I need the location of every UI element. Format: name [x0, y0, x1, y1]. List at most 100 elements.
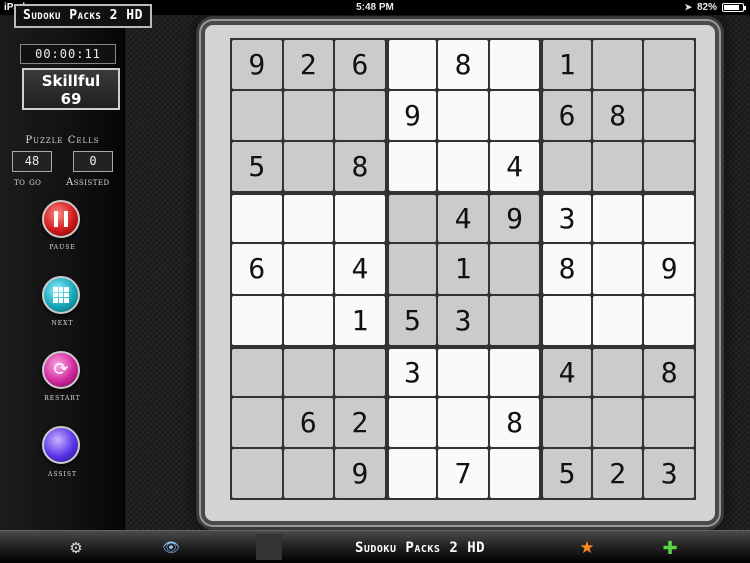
sudoku-cell[interactable]: 8 — [438, 40, 488, 90]
sudoku-cell[interactable]: 8 — [489, 397, 540, 447]
sudoku-cell[interactable] — [644, 295, 694, 345]
sudoku-cell[interactable] — [489, 244, 540, 294]
sudoku-cell[interactable] — [592, 40, 643, 90]
sudoku-cell[interactable] — [388, 397, 437, 447]
location-icon: ➤ — [684, 2, 692, 12]
sudoku-cell[interactable]: 9 — [489, 195, 540, 243]
sudoku-cell[interactable] — [283, 244, 334, 294]
sudoku-cell[interactable] — [438, 348, 488, 396]
sudoku-cell[interactable]: 6 — [543, 91, 591, 141]
grid-icon — [53, 287, 69, 303]
sudoku-cell[interactable] — [283, 348, 334, 396]
sudoku-cell[interactable]: 5 — [543, 448, 591, 498]
sudoku-cell[interactable] — [232, 348, 282, 396]
sudoku-cell[interactable] — [388, 244, 437, 294]
sudoku-cell[interactable]: 5 — [388, 295, 437, 345]
sudoku-cell[interactable] — [592, 348, 643, 396]
sudoku-cell[interactable] — [543, 142, 591, 192]
sudoku-cell[interactable] — [335, 195, 385, 243]
sudoku-cell[interactable]: 6 — [283, 397, 334, 447]
sudoku-cell[interactable] — [644, 397, 694, 447]
sudoku-cell[interactable] — [438, 91, 488, 141]
sudoku-cell[interactable]: 2 — [283, 40, 334, 90]
sudoku-cell[interactable] — [283, 448, 334, 498]
star-icon[interactable]: ★ — [577, 538, 597, 558]
sudoku-cell[interactable] — [388, 40, 437, 90]
sudoku-cell[interactable] — [592, 244, 643, 294]
sudoku-cell[interactable] — [232, 91, 282, 141]
cells-to-go-count: 48 — [12, 151, 52, 172]
sudoku-cell[interactable]: 9 — [644, 244, 694, 294]
sudoku-cell[interactable]: 9 — [232, 40, 282, 90]
sudoku-cell[interactable] — [592, 142, 643, 192]
sudoku-cell[interactable] — [438, 142, 488, 192]
pause-button[interactable] — [42, 200, 80, 238]
sudoku-cell[interactable] — [592, 295, 643, 345]
sudoku-cell[interactable] — [335, 348, 385, 396]
puzzle-thumbnail-icon[interactable] — [256, 534, 282, 560]
sudoku-cell[interactable]: 2 — [335, 397, 385, 447]
sudoku-cell[interactable] — [232, 448, 282, 498]
sudoku-cell[interactable]: 4 — [438, 195, 488, 243]
sudoku-cell[interactable] — [232, 195, 282, 243]
sudoku-cell[interactable] — [232, 295, 282, 345]
puzzle-cells-heading: Puzzle Cells — [25, 135, 100, 146]
sudoku-cell[interactable] — [592, 397, 643, 447]
sudoku-cell[interactable] — [644, 91, 694, 141]
sudoku-cell[interactable]: 9 — [388, 91, 437, 141]
sudoku-cell[interactable] — [283, 91, 334, 141]
sudoku-cell[interactable] — [388, 142, 437, 192]
app-title: Sudoku Packs 2 HD — [14, 4, 152, 28]
eye-icon[interactable]: 👁 — [160, 538, 182, 558]
sudoku-cell[interactable] — [543, 397, 591, 447]
assist-button[interactable] — [42, 426, 80, 464]
sudoku-cell[interactable]: 6 — [335, 40, 385, 90]
sudoku-cell[interactable] — [438, 397, 488, 447]
sudoku-cell[interactable] — [489, 295, 540, 345]
sudoku-cell[interactable] — [283, 195, 334, 243]
level-badge: Skillful 69 — [22, 68, 120, 110]
sudoku-cell[interactable]: 3 — [388, 348, 437, 396]
sudoku-cell[interactable] — [388, 448, 437, 498]
sudoku-cell[interactable]: 8 — [543, 244, 591, 294]
gear-icon[interactable]: ⚙ — [66, 538, 86, 558]
sudoku-cell[interactable] — [489, 448, 540, 498]
sudoku-cell[interactable] — [489, 348, 540, 396]
sudoku-cell[interactable] — [644, 40, 694, 90]
sudoku-cell[interactable] — [232, 397, 282, 447]
game-timer: 00:00:11 — [20, 44, 116, 64]
sudoku-cell[interactable]: 3 — [543, 195, 591, 243]
sudoku-cell[interactable]: 4 — [543, 348, 591, 396]
bottom-toolbar: ⚙ 👁 Sudoku Packs 2 HD ★ ✚ — [0, 530, 750, 563]
sudoku-cell[interactable] — [283, 295, 334, 345]
sudoku-cell[interactable]: 1 — [543, 40, 591, 90]
sudoku-cell[interactable] — [283, 142, 334, 192]
next-button[interactable] — [42, 276, 80, 314]
sudoku-cell[interactable] — [489, 91, 540, 141]
restart-label: restart — [44, 393, 81, 403]
sudoku-cell[interactable]: 3 — [644, 448, 694, 498]
sudoku-cell[interactable]: 4 — [335, 244, 385, 294]
sudoku-cell[interactable] — [335, 91, 385, 141]
sudoku-cell[interactable] — [644, 195, 694, 243]
sudoku-cell[interactable]: 6 — [232, 244, 282, 294]
sudoku-cell[interactable] — [644, 142, 694, 192]
sudoku-cell[interactable]: 8 — [335, 142, 385, 192]
sudoku-cell[interactable] — [592, 195, 643, 243]
sudoku-cell[interactable] — [543, 295, 591, 345]
sudoku-cell[interactable]: 5 — [232, 142, 282, 192]
sudoku-cell[interactable]: 7 — [438, 448, 488, 498]
sudoku-cell[interactable]: 1 — [438, 244, 488, 294]
sudoku-cell[interactable] — [388, 195, 437, 243]
sudoku-cell[interactable]: 8 — [592, 91, 643, 141]
sudoku-cell[interactable]: 3 — [438, 295, 488, 345]
sudoku-cell[interactable] — [489, 40, 540, 90]
sudoku-cell[interactable]: 9 — [335, 448, 385, 498]
level-number: 69 — [60, 90, 82, 108]
sudoku-cell[interactable]: 2 — [592, 448, 643, 498]
sudoku-cell[interactable]: 1 — [335, 295, 385, 345]
sudoku-cell[interactable]: 8 — [644, 348, 694, 396]
restart-button[interactable]: ⟳ — [42, 351, 80, 389]
sudoku-cell[interactable]: 4 — [489, 142, 540, 192]
plus-icon[interactable]: ✚ — [660, 538, 680, 559]
